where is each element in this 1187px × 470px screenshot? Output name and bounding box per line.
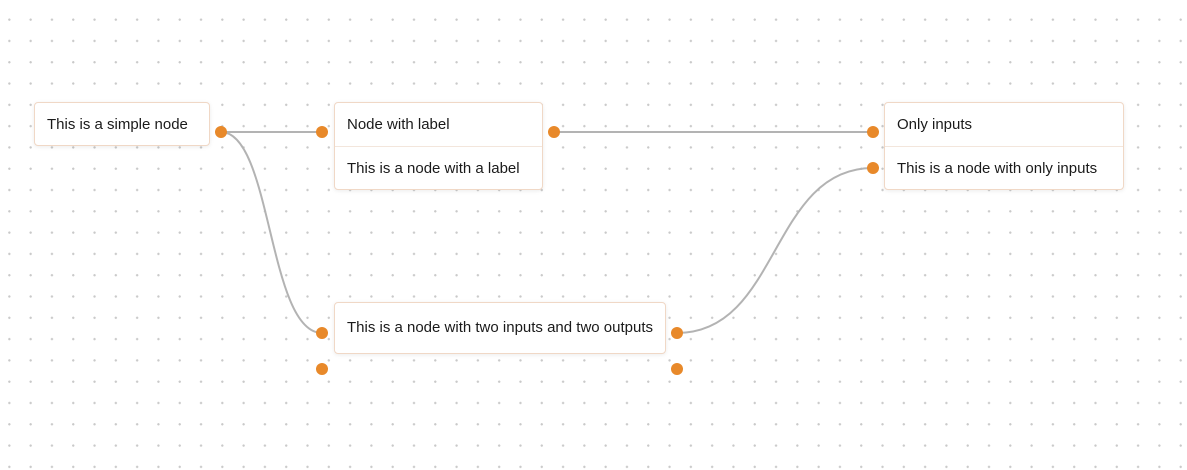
node-two-io-output-port-1[interactable]: [671, 327, 683, 339]
node-two-io[interactable]: This is a node with two inputs and two o…: [334, 302, 666, 354]
diagram-canvas[interactable]: This is a simple node Node with label Th…: [0, 0, 1187, 470]
node-labeled-output-port[interactable]: [548, 126, 560, 138]
node-inputs-only[interactable]: Only inputs This is a node with only inp…: [884, 102, 1124, 190]
node-inputs-only-input-port-1[interactable]: [867, 126, 879, 138]
node-simple-output-port[interactable]: [215, 126, 227, 138]
node-two-io-input-port-1[interactable]: [316, 327, 328, 339]
node-simple-text: This is a simple node: [47, 116, 188, 133]
node-two-io-output-port-2[interactable]: [671, 363, 683, 375]
node-inputs-only-input-port-2[interactable]: [867, 162, 879, 174]
node-labeled[interactable]: Node with label This is a node with a la…: [334, 102, 543, 190]
node-simple[interactable]: This is a simple node: [34, 102, 210, 146]
node-inputs-only-label: Only inputs: [897, 116, 973, 133]
edges-layer: [220, 131, 874, 334]
node-labeled-label: Node with label: [347, 116, 450, 133]
edge-two-io-to-inputs-only[interactable]: [676, 167, 874, 334]
node-labeled-text: This is a node with a label: [335, 146, 542, 189]
node-two-io-input-port-2[interactable]: [316, 363, 328, 375]
node-two-io-text: This is a node with two inputs and two o…: [346, 319, 653, 336]
node-inputs-only-text: This is a node with only inputs: [885, 146, 1123, 189]
node-labeled-input-port[interactable]: [316, 126, 328, 138]
edge-simple-to-two-io[interactable]: [220, 131, 323, 334]
